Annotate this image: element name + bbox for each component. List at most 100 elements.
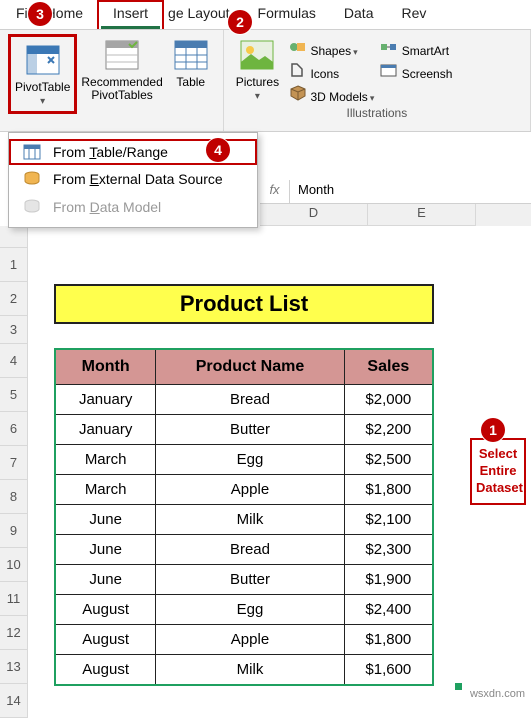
- table-range-icon: [21, 144, 43, 160]
- table-cell[interactable]: $2,500: [344, 445, 433, 475]
- table-row[interactable]: MarchEgg$2,500: [55, 445, 433, 475]
- pivottable-button[interactable]: PivotTable ▾: [8, 34, 77, 114]
- table-cell[interactable]: Egg: [156, 595, 344, 625]
- table-cell[interactable]: $1,800: [344, 475, 433, 505]
- table-cell[interactable]: Apple: [156, 625, 344, 655]
- tab-formulas[interactable]: Formulas: [244, 0, 330, 29]
- page-title: Product List: [54, 284, 434, 324]
- row-7[interactable]: 7: [0, 446, 28, 480]
- badge-1: 1: [481, 418, 505, 442]
- badge-2: 2: [228, 10, 252, 34]
- ribbon: PivotTable ▾ Recommended PivotTables Tab…: [0, 30, 531, 132]
- col-E[interactable]: E: [368, 204, 476, 226]
- from-external-data-source[interactable]: From External Data SourceFrom External D…: [9, 165, 257, 193]
- table-row[interactable]: AugustMilk$1,600: [55, 655, 433, 686]
- sheet-content: Product List Month Product Name Sales Ja…: [50, 250, 450, 686]
- table-cell[interactable]: August: [55, 595, 156, 625]
- table-cell[interactable]: Apple: [156, 475, 344, 505]
- table-cell[interactable]: Butter: [156, 415, 344, 445]
- table-cell[interactable]: March: [55, 475, 156, 505]
- table-cell[interactable]: $2,100: [344, 505, 433, 535]
- cube-icon: [289, 84, 307, 102]
- table-cell[interactable]: June: [55, 535, 156, 565]
- table-button[interactable]: Table: [167, 34, 215, 91]
- data-model-icon: [21, 198, 43, 216]
- recommended-pivottables-button[interactable]: Recommended PivotTables: [77, 34, 166, 104]
- callout-select-dataset: Select Entire Dataset: [470, 438, 526, 505]
- pictures-button[interactable]: Pictures ▾: [232, 34, 283, 104]
- row-9[interactable]: 9: [0, 514, 28, 548]
- fx-label: fx: [260, 180, 290, 203]
- table-cell[interactable]: June: [55, 565, 156, 595]
- table-cell[interactable]: March: [55, 445, 156, 475]
- table-cell[interactable]: $1,900: [344, 565, 433, 595]
- shapes-button[interactable]: Shapes▾: [289, 38, 374, 58]
- table-row[interactable]: JuneBread$2,300: [55, 535, 433, 565]
- table-cell[interactable]: Bread: [156, 535, 344, 565]
- table-row[interactable]: JuneButter$1,900: [55, 565, 433, 595]
- badge-4: 4: [206, 138, 230, 162]
- row-4[interactable]: 4: [0, 344, 28, 378]
- table-cell[interactable]: January: [55, 385, 156, 415]
- table-cell[interactable]: $2,400: [344, 595, 433, 625]
- table-cell[interactable]: $2,000: [344, 385, 433, 415]
- row-5[interactable]: 5: [0, 378, 28, 412]
- table-icon: [171, 36, 211, 74]
- table-cell[interactable]: $1,800: [344, 625, 433, 655]
- table-cell[interactable]: Egg: [156, 445, 344, 475]
- pictures-label: Pictures: [236, 75, 279, 89]
- table-cell[interactable]: Butter: [156, 565, 344, 595]
- table-cell[interactable]: August: [55, 655, 156, 686]
- row-headers: 1 2 3 4 5 6 7 8 9 10 11 12 13 14: [0, 226, 28, 718]
- tab-data[interactable]: Data: [330, 0, 388, 29]
- table-row[interactable]: JuneMilk$2,100: [55, 505, 433, 535]
- tab-insert[interactable]: Insert: [97, 0, 164, 29]
- table-row[interactable]: MarchApple$1,800: [55, 475, 433, 505]
- screenshot-button[interactable]: Screensh: [380, 61, 452, 81]
- smartart-button[interactable]: SmartArt: [380, 38, 452, 58]
- row-11[interactable]: 11: [0, 582, 28, 616]
- table-cell[interactable]: January: [55, 415, 156, 445]
- table-cell[interactable]: August: [55, 625, 156, 655]
- 3d-models-button[interactable]: 3D Models▾: [289, 84, 374, 104]
- table-row[interactable]: AugustApple$1,800: [55, 625, 433, 655]
- smartart-icon: [380, 38, 398, 56]
- tab-review[interactable]: Rev: [387, 0, 428, 29]
- header-sales: Sales: [344, 349, 433, 385]
- table-cell[interactable]: $1,600: [344, 655, 433, 686]
- table-label: Table: [176, 75, 205, 89]
- icons-icon: [289, 61, 307, 79]
- header-month: Month: [55, 349, 156, 385]
- chevron-down-icon: ▾: [255, 91, 260, 102]
- pictures-icon: [237, 36, 277, 74]
- data-table[interactable]: Month Product Name Sales JanuaryBread$2,…: [54, 348, 434, 686]
- row-13[interactable]: 13: [0, 650, 28, 684]
- col-D[interactable]: D: [260, 204, 368, 226]
- row-12[interactable]: 12: [0, 616, 28, 650]
- row-8[interactable]: 8: [0, 480, 28, 514]
- table-row[interactable]: JanuaryButter$2,200: [55, 415, 433, 445]
- table-cell[interactable]: $2,200: [344, 415, 433, 445]
- table-row[interactable]: AugustEgg$2,400: [55, 595, 433, 625]
- table-cell[interactable]: Milk: [156, 655, 344, 686]
- row-6[interactable]: 6: [0, 412, 28, 446]
- pivottable-icon: [23, 41, 63, 79]
- row-3[interactable]: 3: [0, 316, 28, 344]
- row-2[interactable]: 2: [0, 282, 28, 316]
- row-10[interactable]: 10: [0, 548, 28, 582]
- table-cell[interactable]: June: [55, 505, 156, 535]
- shapes-label: Shapes: [310, 44, 351, 58]
- icons-button[interactable]: Icons: [289, 61, 374, 81]
- formula-value[interactable]: Month: [290, 180, 531, 203]
- table-row[interactable]: JanuaryBread$2,000: [55, 385, 433, 415]
- row-14[interactable]: 14: [0, 684, 28, 718]
- group-tables: PivotTable ▾ Recommended PivotTables Tab…: [0, 30, 224, 131]
- table-cell[interactable]: Bread: [156, 385, 344, 415]
- row-1[interactable]: 1: [0, 248, 28, 282]
- from-data-model[interactable]: From Data ModelFrom Data Model: [9, 193, 257, 221]
- table-cell[interactable]: Milk: [156, 505, 344, 535]
- column-headers: D E: [260, 204, 531, 226]
- table-cell[interactable]: $2,300: [344, 535, 433, 565]
- selection-handle[interactable]: [455, 683, 462, 690]
- badge-3: 3: [28, 2, 52, 26]
